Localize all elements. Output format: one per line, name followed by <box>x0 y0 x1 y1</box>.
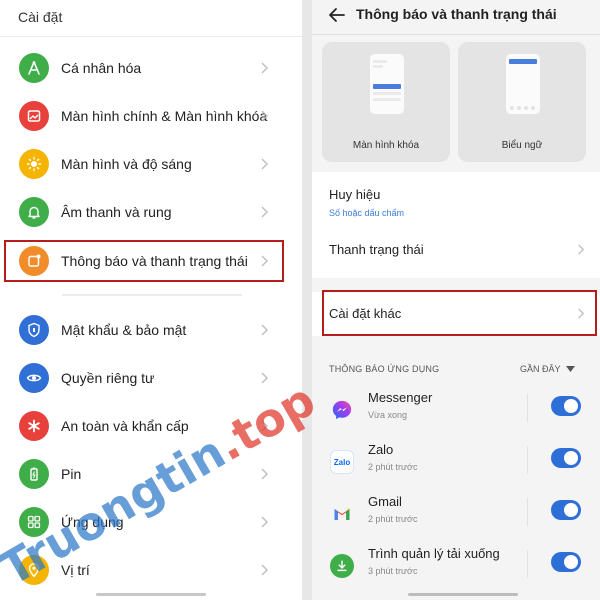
settings-item-label: Mật khẩu & bảo mật <box>61 322 187 338</box>
messenger-icon <box>330 398 354 422</box>
lock-screen-preview[interactable]: Màn hình khóa <box>322 42 450 162</box>
app-row-download-manager[interactable]: Trình quản lý tải xuống 3 phút trước <box>312 544 600 596</box>
settings-item-label: An toàn và khẩn cấp <box>61 418 189 434</box>
divider <box>527 498 528 526</box>
chevron-right-icon <box>261 110 268 122</box>
home-indicator <box>408 593 518 596</box>
page-title: Cài đặt <box>18 9 63 25</box>
badge-setting[interactable]: Huy hiệu Số hoặc dấu chấm <box>312 172 600 224</box>
toggle-knob <box>564 451 578 465</box>
bell-icon <box>19 197 49 227</box>
chevron-right-icon <box>261 372 268 384</box>
settings-item-apps[interactable]: Ứng dụng <box>0 500 300 544</box>
notification-toggle[interactable] <box>551 552 581 572</box>
chevron-right-icon <box>261 62 268 74</box>
chevron-right-icon <box>261 158 268 170</box>
app-name: Trình quản lý tải xuống <box>368 546 500 561</box>
settings-item-label: Quyền riêng tư <box>61 370 155 386</box>
chevron-right-icon <box>261 468 268 480</box>
notification-toggle[interactable] <box>551 448 581 468</box>
eye-icon <box>19 363 49 393</box>
settings-item-sound[interactable]: Âm thanh và rung <box>0 190 300 234</box>
notifications-panel: Thông báo và thanh trạng thái Màn hình k… <box>312 0 600 600</box>
banner-preview[interactable]: Biểu ngữ <box>458 42 586 162</box>
home-screen-icon <box>19 101 49 131</box>
divider <box>0 36 302 37</box>
home-indicator <box>96 593 206 596</box>
app-name: Messenger <box>368 390 433 405</box>
settings-item-label: Cá nhân hóa <box>61 60 142 76</box>
chevron-right-icon <box>261 564 268 576</box>
back-arrow-icon[interactable] <box>326 4 348 26</box>
divider <box>527 550 528 578</box>
section-heading: THÔNG BÁO ỨNG DỤNG <box>329 364 440 374</box>
settings-item-label: Màn hình và độ sáng <box>61 156 192 172</box>
chevron-right-icon <box>578 244 585 255</box>
notification-toggle[interactable] <box>551 396 581 416</box>
app-row-gmail[interactable]: Gmail 2 phút trước <box>312 492 600 544</box>
settings-item-emergency[interactable]: An toàn và khẩn cấp <box>0 404 300 448</box>
caret-down-icon[interactable] <box>566 366 575 372</box>
divider <box>62 294 242 296</box>
settings-item-display[interactable]: Màn hình và độ sáng <box>0 142 300 186</box>
badge-value: Số hoặc dấu chấm <box>329 208 405 218</box>
location-icon <box>19 555 49 585</box>
settings-item-home-lock[interactable]: Màn hình chính & Màn hình khóa <box>0 94 300 138</box>
divider <box>527 394 528 422</box>
preview-label: Biểu ngữ <box>501 140 543 151</box>
shield-icon <box>19 315 49 345</box>
chevron-right-icon <box>261 206 268 218</box>
status-bar-setting[interactable]: Thanh trạng thái <box>312 228 600 272</box>
page-title: Thông báo và thanh trạng thái <box>356 6 557 22</box>
gmail-icon <box>330 502 354 526</box>
settings-item-privacy[interactable]: Quyền riêng tư <box>0 356 300 400</box>
toggle-knob <box>564 555 578 569</box>
toggle-knob <box>564 503 578 517</box>
brightness-icon <box>19 149 49 179</box>
settings-group: Huy hiệu Số hoặc dấu chấm Thanh trạng th… <box>312 172 600 278</box>
app-row-zalo[interactable]: Zalo Zalo 2 phút trước <box>312 440 600 492</box>
chevron-right-icon <box>261 516 268 528</box>
phone-mockup <box>370 54 404 114</box>
download-icon <box>330 554 354 578</box>
app-row-messenger[interactable]: Messenger Vừa xong <box>312 388 600 440</box>
settings-item-label: Âm thanh và rung <box>61 204 172 220</box>
zalo-icon: Zalo <box>330 450 354 474</box>
badge-label: Huy hiệu <box>329 187 381 202</box>
notification-toggle[interactable] <box>551 500 581 520</box>
notification-bar <box>509 59 537 64</box>
settings-item-label: Màn hình chính & Màn hình khóa <box>61 108 268 124</box>
app-time: 3 phút trước <box>368 566 418 576</box>
highlight-box <box>4 240 284 282</box>
divider <box>527 446 528 474</box>
personalize-icon <box>19 53 49 83</box>
settings-item-label: Vị trí <box>61 562 90 578</box>
app-time: Vừa xong <box>368 410 408 420</box>
toggle-knob <box>564 399 578 413</box>
app-time: 2 phút trước <box>368 462 418 472</box>
notification-bar <box>373 84 401 89</box>
preview-label: Màn hình khóa <box>352 140 420 151</box>
settings-item-battery[interactable]: Pin <box>0 452 300 496</box>
settings-panel: Cài đặt Cá nhân hóa Màn hình chính & Màn… <box>0 0 302 600</box>
app-name: Zalo <box>368 442 394 457</box>
app-name: Gmail <box>368 494 402 509</box>
highlight-box <box>322 290 597 336</box>
apps-icon <box>19 507 49 537</box>
settings-item-label: Ứng dụng <box>61 514 124 530</box>
status-bar-label: Thanh trạng thái <box>329 242 424 257</box>
divider <box>312 34 600 35</box>
panel-divider <box>302 0 312 600</box>
settings-item-password[interactable]: Mật khẩu & bảo mật <box>0 308 300 352</box>
sort-dropdown[interactable]: GẦN ĐÂY <box>520 364 561 374</box>
settings-item-label: Pin <box>61 466 82 482</box>
chevron-right-icon <box>261 420 268 432</box>
settings-item-location[interactable]: Vị trí <box>0 548 300 592</box>
settings-item-personalize[interactable]: Cá nhân hóa <box>0 46 300 90</box>
battery-icon <box>19 459 49 489</box>
emergency-icon <box>19 411 49 441</box>
phone-mockup <box>506 54 540 114</box>
chevron-right-icon <box>261 324 268 336</box>
app-time: 2 phút trước <box>368 514 418 524</box>
